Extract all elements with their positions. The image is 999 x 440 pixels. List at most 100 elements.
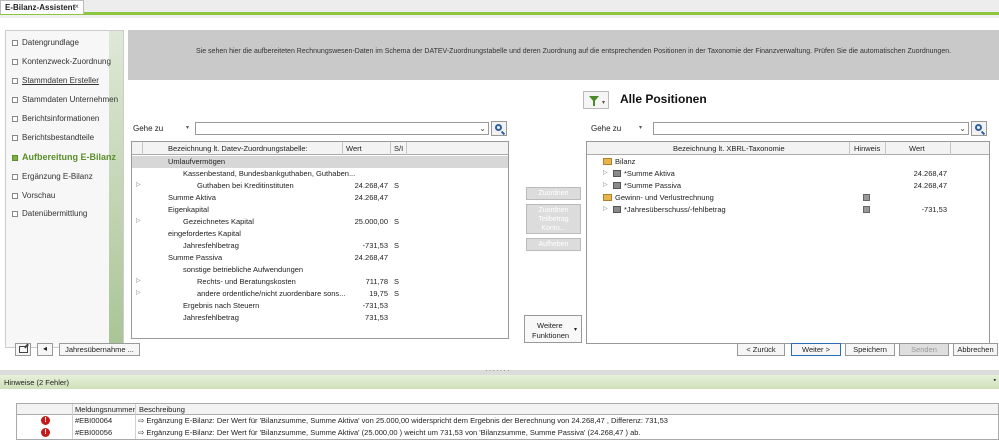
column-header-xbrl-value[interactable]: Wert (909, 144, 925, 153)
filter-button[interactable]: ▾ (583, 91, 609, 109)
sidebar-item-label: Kontenzweck-Zuordnung (22, 57, 111, 66)
column-header-xbrl-name[interactable]: Bezeichnung lt. XBRL-Taxonomie (673, 144, 785, 153)
aufheben-button[interactable]: Aufheben (526, 238, 581, 251)
sidebar-item-label: Stammdaten Ersteller (22, 76, 99, 85)
hint-icon[interactable] (863, 194, 870, 201)
column-header-sh[interactable]: S/I (394, 144, 403, 153)
table-row[interactable]: Summe Passiva 24.268,47 (132, 252, 508, 264)
edit-button[interactable] (15, 343, 31, 356)
row-name: andere ordentliche/nicht zuordenbare son… (197, 289, 346, 298)
expand-icon[interactable]: ▷ (136, 277, 141, 284)
zuordnen-teilbetrag-button[interactable]: Zuordnen Teilbetrag Konto... (526, 204, 581, 234)
expand-icon[interactable]: ▷ (136, 217, 141, 224)
chevron-down-icon[interactable]: ▾ (186, 124, 189, 131)
column-header-desc[interactable]: Beschreibung (139, 405, 185, 414)
right-search-button[interactable] (971, 121, 987, 136)
zuordnen-button[interactable]: Zuordnen (526, 187, 581, 200)
message-code: #EBI00064 (75, 416, 113, 425)
row-value: 24.268,47 (913, 169, 947, 178)
table-row[interactable]: ▷ andere ordentliche/nicht zuordenbare so… (132, 288, 508, 300)
account-icon (613, 170, 621, 177)
sidebar-item[interactable]: Datengrundlage (12, 38, 79, 47)
table-row[interactable]: eingefordertes Kapital (132, 228, 508, 240)
sidebar-item[interactable]: Berichtsinformationen (12, 114, 99, 123)
xbrl-table: Bezeichnung lt. XBRL-Taxonomie Hinweis W… (586, 141, 990, 344)
table-row[interactable]: ▷ *Summe Passiva 24.268,47 (587, 180, 989, 192)
table-row[interactable]: Kassenbestand, Bundesbankguthaben, Gutha… (132, 168, 508, 180)
jahresuebernahme-button[interactable]: Jahresübernahme ... (59, 343, 140, 356)
row-value: 24.268,47 (913, 181, 947, 190)
sidebar-item-label: Vorschau (22, 191, 56, 200)
sidebar-item[interactable]: Stammdaten Ersteller (12, 76, 99, 85)
table-row[interactable]: sonstige betriebliche Aufwendungen (132, 264, 508, 276)
expand-icon[interactable]: ▷ (603, 205, 608, 212)
table-row[interactable]: Gewinn- und Verlustrechnung (587, 192, 989, 204)
expand-icon[interactable]: ▷ (603, 169, 608, 176)
sidebar-item[interactable]: Berichtsbestandteile (12, 133, 94, 142)
column-header-value[interactable]: Wert (346, 144, 362, 153)
table-row[interactable]: Ergebnis nach Steuern -731,53 (132, 300, 508, 312)
expand-icon[interactable]: ▷ (136, 181, 141, 188)
left-search-button[interactable] (491, 121, 507, 136)
hint-icon[interactable] (863, 206, 870, 213)
table-row[interactable]: Umlaufvermögen (132, 156, 508, 168)
cancel-button[interactable]: Abbrechen (953, 343, 998, 356)
sidebar-item[interactable]: Kontenzweck-Zuordnung (12, 57, 111, 66)
chevron-down-icon[interactable]: ⌄ (959, 124, 966, 133)
row-name: Bilanz (615, 157, 636, 166)
row-value: 24.268,47 (354, 193, 388, 202)
save-button[interactable]: Speichern (845, 343, 895, 356)
row-name: Rechts- und Beratungskosten (197, 277, 296, 286)
table-row[interactable]: Bilanz (587, 156, 989, 168)
sidebar-item-label: Berichtsinformationen (22, 114, 100, 123)
xbrl-table-header: Bezeichnung lt. XBRL-Taxonomie Hinweis W… (587, 142, 989, 155)
sidebar-item[interactable]: Stammdaten Unternehmen (12, 95, 118, 104)
collapse-button[interactable]: ◂ (37, 343, 53, 356)
wizard-steps-sidebar: Datengrundlage Kontenzweck-Zuordnung Stamm… (5, 30, 124, 348)
expand-icon[interactable]: ▷ (603, 181, 608, 188)
sidebar-item[interactable]: Aufbereitung E-Bilanz (12, 152, 116, 162)
tab-e-bilanz-assistent[interactable]: E-Bilanz-Assistent × (0, 0, 84, 14)
back-button[interactable]: < Zurück (737, 343, 785, 356)
table-row[interactable]: Jahresfehlbetrag -731,53 S (132, 240, 508, 252)
table-row[interactable]: Eigenkapital (132, 204, 508, 216)
table-row[interactable]: Jahresfehlbetrag 731,53 (132, 312, 508, 324)
row-name: eingefordertes Kapital (168, 229, 241, 238)
column-header-name[interactable]: Bezeichnung lt. Datev-Zuordnungstabelle: (168, 144, 308, 153)
list-item[interactable]: ! #EBI00064 ⇨ Ergänzung E-Bilanz: Der Wert… (17, 415, 998, 427)
next-button[interactable]: Weiter > (791, 343, 841, 356)
close-tab-icon[interactable]: × (74, 2, 79, 11)
row-name: Gezeichnetes Kapital (183, 217, 254, 226)
step-indicator-icon (12, 78, 18, 84)
table-row[interactable]: ▷ Rechts- und Beratungskosten 711,78 S (132, 276, 508, 288)
left-search-input[interactable]: ⌄ (195, 122, 489, 135)
account-icon (613, 182, 621, 189)
chevron-down-icon[interactable]: ▾ (639, 124, 642, 131)
expand-icon[interactable]: ▷ (136, 289, 141, 296)
sidebar-item[interactable]: Ergänzung E-Bilanz (12, 172, 93, 181)
sidebar-item-label: Ergänzung E-Bilanz (22, 172, 93, 181)
table-row[interactable]: ▷ Guthaben bei Kreditinstituten 24.268,47 S (132, 180, 508, 192)
weitere-funktionen-button[interactable]: Weitere Funktionen ▾ (524, 315, 582, 343)
table-row[interactable]: ▷ *Summe Aktiva 24.268,47 (587, 168, 989, 180)
sidebar-item[interactable]: Datenübermittlung (12, 209, 87, 218)
info-banner: Sie sehen hier die aufbereiteten Rechnun… (128, 30, 999, 80)
table-row[interactable]: Summe Aktiva 24.268,47 (132, 192, 508, 204)
column-header-code[interactable]: Meldungsnummer (75, 405, 135, 414)
right-search-input[interactable]: ⌄ (653, 122, 969, 135)
hints-table-header: Meldungsnummer Beschreibung (17, 404, 998, 415)
send-button[interactable]: Senden (899, 343, 949, 356)
sidebar-decoration (109, 31, 123, 347)
pin-icon[interactable]: ▪ (994, 377, 996, 384)
list-item[interactable]: ! #EBI00056 ⇨ Ergänzung E-Bilanz: Der Wert… (17, 427, 998, 439)
row-name: *Summe Passiva (624, 181, 682, 190)
table-row[interactable]: ▷ *Jahresüberschuss/-fehlbetrag -731,53 (587, 204, 989, 216)
step-indicator-icon (12, 211, 18, 217)
chevron-down-icon[interactable]: ⌄ (479, 124, 486, 133)
row-value: 24.268,47 (354, 253, 388, 262)
column-header-hint[interactable]: Hinweis (854, 144, 880, 153)
table-row[interactable]: ▷ Gezeichnetes Kapital 25.000,00 S (132, 216, 508, 228)
sidebar-item[interactable]: Vorschau (12, 191, 55, 200)
account-icon (613, 206, 621, 213)
row-name: Eigenkapital (168, 205, 209, 214)
